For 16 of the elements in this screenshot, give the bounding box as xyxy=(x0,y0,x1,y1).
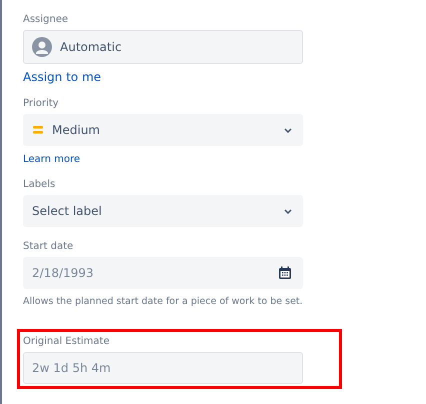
chevron-down-icon[interactable] xyxy=(284,128,292,132)
calendar-icon[interactable] xyxy=(278,266,292,280)
help-text: Allows the planned start date for a piece of work to be set. xyxy=(23,296,303,307)
assignee-field[interactable]: Automatic xyxy=(23,30,303,64)
field-label: Labels xyxy=(23,179,56,190)
field-label: Assignee xyxy=(23,14,70,25)
field-label: Original Estimate xyxy=(23,336,110,347)
link[interactable]: Assign to me xyxy=(23,70,303,84)
field-label: Start date xyxy=(23,241,74,252)
select-field[interactable]: Select label xyxy=(23,195,303,227)
avatar-icon xyxy=(32,37,52,57)
chevron-down-icon[interactable] xyxy=(284,208,292,214)
priority-select[interactable]: Medium xyxy=(23,114,303,146)
field-label: Priority xyxy=(23,98,60,109)
priority-icon xyxy=(32,126,44,134)
link[interactable]: Learn more xyxy=(23,154,303,165)
